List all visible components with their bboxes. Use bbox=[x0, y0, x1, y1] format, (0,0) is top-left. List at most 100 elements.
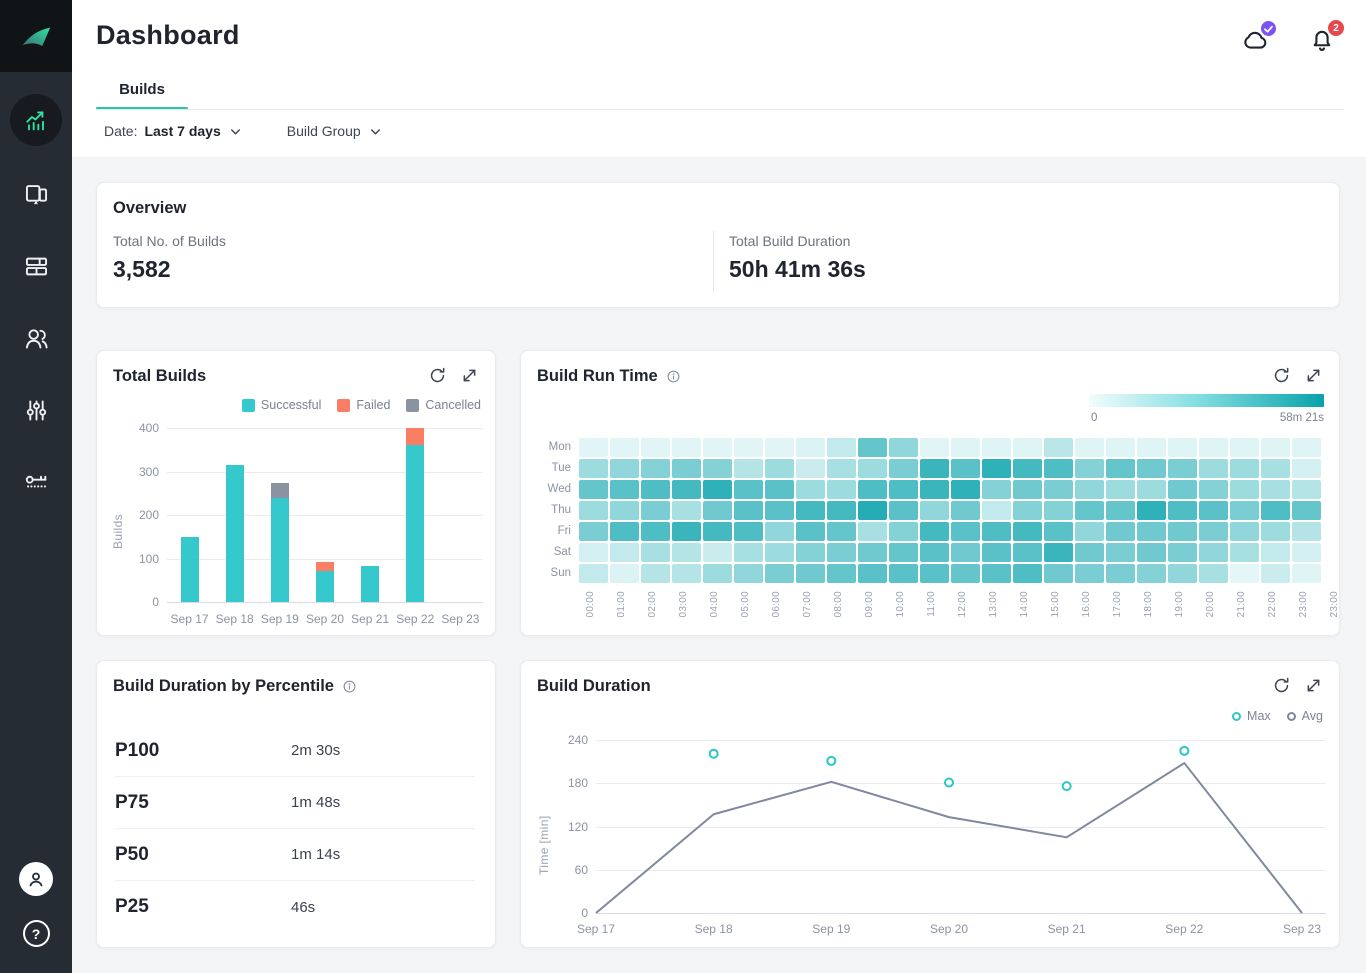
sidebar-item-settings[interactable] bbox=[0, 374, 72, 446]
sidebar-item-keys[interactable] bbox=[0, 446, 72, 518]
heatmap-hour-label: 21:00 bbox=[1236, 591, 1247, 618]
heatmap-hour-label: 03:00 bbox=[678, 591, 689, 618]
question-mark-icon: ? bbox=[32, 926, 41, 942]
heatmap-cell bbox=[796, 564, 825, 583]
gridline bbox=[167, 428, 483, 429]
sidebar-item-insights[interactable] bbox=[10, 94, 62, 146]
heatmap-cell bbox=[1044, 459, 1073, 478]
header: Dashboard 2 Builds bbox=[72, 0, 1366, 157]
percentile-card: Build Duration by Percentile P1002m 30sP… bbox=[96, 660, 496, 948]
notifications-button[interactable]: 2 bbox=[1308, 26, 1336, 54]
heatmap-day-label: Fri bbox=[523, 522, 571, 543]
heatmap-cell bbox=[858, 543, 887, 562]
heatmap-cell bbox=[858, 480, 887, 499]
heatmap-cell bbox=[703, 522, 732, 541]
title-text: Build Run Time bbox=[537, 367, 658, 386]
build-group-dropdown[interactable]: Build Group bbox=[287, 123, 383, 139]
heatmap-cell bbox=[765, 480, 794, 499]
heatmap-cell bbox=[1230, 480, 1259, 499]
heatmap-cell bbox=[1106, 501, 1135, 520]
list-layout-icon bbox=[23, 253, 50, 280]
date-filter-dropdown[interactable]: Date: Last 7 days bbox=[104, 123, 243, 139]
heatmap-cell bbox=[951, 501, 980, 520]
build-run-time-title: Build Run Time bbox=[537, 367, 681, 386]
heatmap-hour-label: 19:00 bbox=[1174, 591, 1185, 618]
heatmap-cell bbox=[610, 459, 639, 478]
heatmap-cell bbox=[1044, 501, 1073, 520]
y-tick-label: 0 bbox=[117, 595, 159, 609]
info-icon[interactable] bbox=[342, 679, 357, 694]
refresh-icon[interactable] bbox=[1272, 366, 1291, 385]
heatmap-cell bbox=[641, 459, 670, 478]
heatmap-cell bbox=[951, 522, 980, 541]
build-duration-chart: 060120180240Sep 17Sep 18Sep 19Sep 20Sep … bbox=[521, 661, 1341, 949]
y-tick-label: 180 bbox=[548, 776, 588, 790]
sidebar-item-layout[interactable] bbox=[0, 230, 72, 302]
heatmap-cell bbox=[920, 438, 949, 457]
heatmap-cell bbox=[796, 480, 825, 499]
heatmap-grid bbox=[579, 438, 1321, 583]
heatmap-cell bbox=[1013, 438, 1042, 457]
heatmap-cell bbox=[920, 501, 949, 520]
heatmap-cell bbox=[579, 438, 608, 457]
heatmap-cell bbox=[1230, 522, 1259, 541]
tab-builds[interactable]: Builds bbox=[96, 81, 188, 98]
percentile-label: P100 bbox=[115, 740, 291, 762]
heatmap-cell bbox=[889, 438, 918, 457]
heatmap-cell bbox=[1137, 501, 1166, 520]
percentile-value: 1m 14s bbox=[291, 846, 340, 863]
heatmap-cell bbox=[1261, 459, 1290, 478]
heatmap-hour-label: 06:00 bbox=[771, 591, 782, 618]
heatmap-cell bbox=[1106, 438, 1135, 457]
heatmap-hour-label: 02:00 bbox=[647, 591, 658, 618]
heatmap-cell bbox=[1137, 564, 1166, 583]
heatmap-cell bbox=[920, 564, 949, 583]
heatmap-cell bbox=[1075, 438, 1104, 457]
max-point bbox=[710, 750, 718, 758]
heatmap-day-label: Sun bbox=[523, 564, 571, 585]
cloud-status-button[interactable] bbox=[1242, 26, 1270, 54]
heatmap-cell bbox=[1044, 543, 1073, 562]
sidebar-item-users[interactable] bbox=[0, 302, 72, 374]
help-button[interactable]: ? bbox=[23, 920, 50, 947]
heatmap-cell bbox=[672, 501, 701, 520]
heatmap-cell bbox=[827, 459, 856, 478]
heatmap-cell bbox=[734, 564, 763, 583]
heatmap-cell bbox=[672, 459, 701, 478]
heatmap-cell bbox=[765, 522, 794, 541]
sidebar-item-apps[interactable] bbox=[0, 158, 72, 230]
heatmap-cell bbox=[1292, 480, 1321, 499]
heatmap-cell bbox=[889, 564, 918, 583]
gridline bbox=[167, 602, 483, 603]
heatmap-cell bbox=[920, 480, 949, 499]
heatmap-day-labels: MonTueWedThuFriSatSun bbox=[523, 438, 571, 585]
heatmap-cell bbox=[827, 438, 856, 457]
heatmap-hour-label: 17:00 bbox=[1112, 591, 1123, 618]
heatmap-hour-label: 13:00 bbox=[988, 591, 999, 618]
heatmap-cell bbox=[703, 480, 732, 499]
expand-icon[interactable] bbox=[1304, 366, 1323, 385]
heatmap-cell bbox=[889, 459, 918, 478]
info-icon[interactable] bbox=[666, 369, 681, 384]
heatmap-cell bbox=[951, 543, 980, 562]
x-tick-label: Sep 23 bbox=[436, 612, 484, 626]
date-filter-value: Last 7 days bbox=[144, 123, 220, 139]
app-logo[interactable] bbox=[0, 0, 72, 72]
heatmap-cell bbox=[610, 480, 639, 499]
heatmap-cell bbox=[734, 438, 763, 457]
gridline bbox=[596, 913, 1326, 914]
x-tick-label: Sep 21 bbox=[346, 612, 394, 626]
heatmap-cell bbox=[1168, 522, 1197, 541]
avatar[interactable] bbox=[19, 862, 53, 896]
heatmap-cell bbox=[1261, 543, 1290, 562]
heatmap-hour-label: 10:00 bbox=[895, 591, 906, 618]
heatmap-cell bbox=[765, 543, 794, 562]
percentile-value: 1m 48s bbox=[291, 794, 340, 811]
table-row: P501m 14s bbox=[115, 829, 475, 881]
heatmap-cell bbox=[982, 543, 1011, 562]
heatmap-gradient-legend bbox=[1089, 394, 1324, 407]
x-tick-label: Sep 18 bbox=[211, 612, 259, 626]
heatmap-cell bbox=[951, 438, 980, 457]
heatmap-cell bbox=[951, 564, 980, 583]
heatmap-cell bbox=[579, 480, 608, 499]
